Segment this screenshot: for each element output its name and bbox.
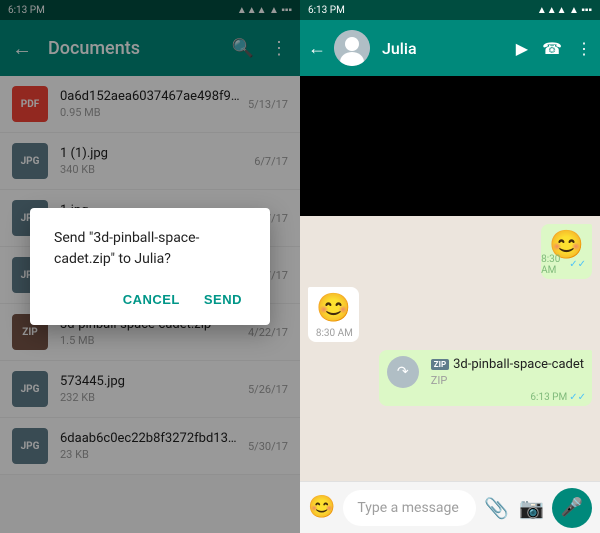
- input-icons: 📎 📷: [484, 496, 544, 520]
- dialog-message: Send "3d-pinball-space-cadet.zip" to Jul…: [54, 228, 246, 270]
- dialog-actions: CANCEL SEND: [54, 286, 246, 313]
- chat-header-icons: ▶ ☎ ⋮: [516, 39, 592, 58]
- file-name-row: ZIP 3d-pinball-space-cadet: [431, 357, 584, 372]
- message-row: 😊 8:30 AM: [308, 287, 592, 342]
- status-icons-right: ▲▲▲ ▲ ▪▪▪: [537, 5, 592, 16]
- contact-name: Julia: [382, 39, 508, 58]
- video-call-icon[interactable]: ▶: [516, 39, 528, 58]
- message-placeholder: Type a message: [357, 500, 458, 516]
- time-right: 6:13 PM: [308, 5, 345, 16]
- dialog-overlay: Send "3d-pinball-space-cadet.zip" to Jul…: [0, 0, 300, 533]
- read-receipts: ✓✓: [569, 259, 586, 270]
- back-icon-right[interactable]: ←: [308, 38, 326, 59]
- message-time: 8:30 AM: [316, 328, 353, 339]
- attach-icon[interactable]: 📎: [484, 496, 509, 520]
- confirm-dialog: Send "3d-pinball-space-cadet.zip" to Jul…: [30, 208, 270, 325]
- message-row: ↷ ZIP 3d-pinball-space-cadet ZIP 6:13 PM…: [308, 350, 592, 406]
- chat-header: ← Julia ▶ ☎ ⋮: [300, 20, 600, 76]
- emoji-picker-icon[interactable]: 😊: [308, 495, 335, 520]
- chat-input-bar: 😊 Type a message 📎 📷 🎤: [300, 481, 600, 533]
- message-emoji: 😊: [316, 293, 351, 324]
- left-panel: 6:13 PM ▲▲▲ ▲ ▪▪▪ ← Documents 🔍 ⋮ PDF 0a…: [0, 0, 300, 533]
- cancel-button[interactable]: CANCEL: [119, 286, 184, 313]
- message-bubble-received: 😊 8:30 AM: [308, 287, 359, 342]
- file-bubble-name: 3d-pinball-space-cadet: [453, 357, 584, 372]
- file-details: ZIP 3d-pinball-space-cadet ZIP: [431, 357, 584, 387]
- mic-icon: 🎤: [561, 497, 583, 518]
- file-message-bubble: ↷ ZIP 3d-pinball-space-cadet ZIP 6:13 PM…: [379, 350, 592, 406]
- message-time: 8:30 AM ✓✓: [541, 254, 586, 276]
- status-bar-right: 6:13 PM ▲▲▲ ▲ ▪▪▪: [300, 0, 600, 20]
- read-receipts: ✓✓: [569, 392, 586, 403]
- contact-avatar: [334, 30, 370, 66]
- chat-area: 😊 8:30 AM ✓✓ 😊 8:30 AM: [300, 76, 600, 533]
- camera-icon[interactable]: 📷: [519, 496, 544, 520]
- message-row: 😊 8:30 AM ✓✓: [308, 224, 592, 279]
- right-panel: 6:13 PM ▲▲▲ ▲ ▪▪▪ ← Julia ▶ ☎ ⋮ 😊: [300, 0, 600, 533]
- file-type-label: ZIP: [431, 374, 584, 387]
- send-button[interactable]: SEND: [200, 286, 246, 313]
- message-input[interactable]: Type a message: [343, 490, 476, 526]
- mic-button[interactable]: 🎤: [552, 488, 592, 528]
- forward-icon: ↷: [387, 356, 419, 388]
- message-time: 6:13 PM ✓✓: [530, 392, 586, 403]
- more-options-icon[interactable]: ⋮: [576, 39, 592, 58]
- voice-call-icon[interactable]: ☎: [542, 39, 562, 58]
- message-bubble-sent: 😊 8:30 AM ✓✓: [541, 224, 592, 279]
- video-area: [300, 76, 600, 216]
- zip-badge: ZIP: [431, 359, 449, 370]
- chat-messages: 😊 8:30 AM ✓✓ 😊 8:30 AM: [300, 216, 600, 481]
